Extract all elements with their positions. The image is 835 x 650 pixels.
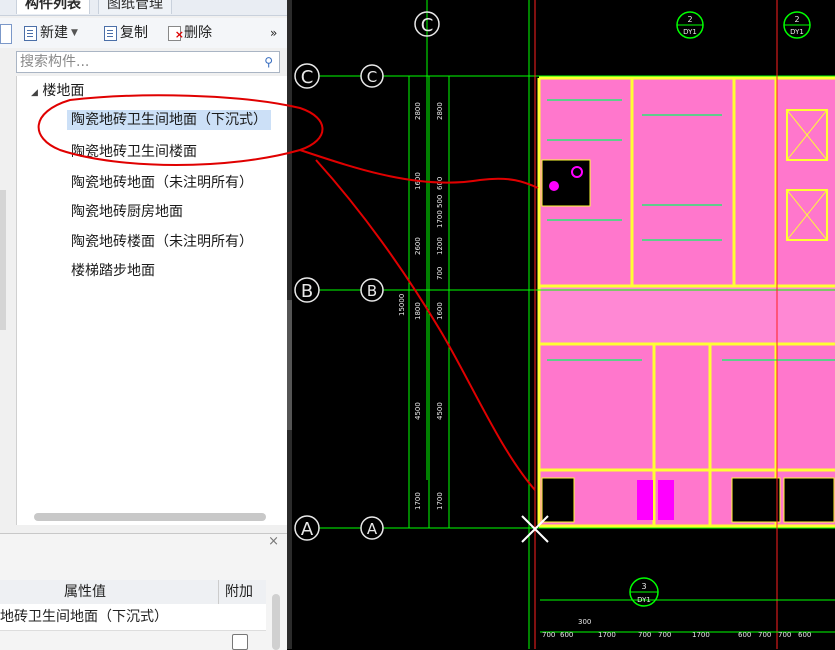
dropdown-arrow-icon[interactable]: ▼ — [71, 23, 78, 43]
axis-label-a-left: A — [301, 519, 314, 540]
tree-item-kitchen-ground[interactable]: 陶瓷地砖厨房地面 — [71, 202, 183, 222]
dim-bottom-6: 700 — [658, 631, 671, 639]
axis-label-c-top: C — [421, 15, 434, 36]
component-tree: ◢ 楼地面 陶瓷地砖卫生间地面（下沉式） 陶瓷地砖卫生间楼面 陶瓷地砖地面（未注… — [16, 76, 288, 525]
properties-panel: × 属性值 附加 地砖卫生间地面（下沉式） — [0, 533, 287, 650]
cad-canvas[interactable]: C C C B B A A 2 DY1 2 DY1 3 DY1 2800 160… — [292, 0, 835, 649]
more-tools-button[interactable]: » — [270, 23, 277, 43]
panel-tabs: 构件列表 图纸管理 — [0, 0, 287, 16]
copy-label: 复制 — [120, 25, 148, 41]
floor-plan — [537, 76, 835, 528]
dim-bottom-10: 700 — [778, 631, 791, 639]
bathroom-black-upper — [541, 159, 591, 207]
callout-num-2: 2 — [794, 15, 799, 24]
bathroom-black-lower-2 — [731, 477, 781, 523]
axis-label-b-inner: B — [367, 282, 377, 300]
dim-outer-1: 2800 — [414, 102, 422, 120]
horizontal-scrollbar[interactable] — [34, 513, 266, 521]
collapse-arrow-icon[interactable]: ◢ — [31, 88, 38, 98]
fixture-magenta — [637, 480, 653, 520]
dim-bottom-1: 300 — [578, 618, 591, 626]
dim-bottom-5: 700 — [638, 631, 651, 639]
new-icon — [24, 25, 37, 41]
new-label: 新建 — [40, 25, 68, 41]
tree-item-bathroom-ground-sunken[interactable]: 陶瓷地砖卫生间地面（下沉式） — [67, 110, 271, 130]
col-value-header: 属性值 — [64, 584, 106, 600]
callout-sub-2: DY1 — [790, 28, 804, 36]
bathroom-black-lower-3 — [783, 477, 835, 523]
axis-label-a-inner: A — [367, 520, 378, 538]
tree-item-bathroom-floor[interactable]: 陶瓷地砖卫生间楼面 — [71, 142, 197, 162]
axis-label-b-left: B — [301, 281, 313, 302]
new-button[interactable]: 新建 ▼ — [24, 23, 78, 43]
tree-item-ground-unspecified[interactable]: 陶瓷地砖地面（未注明所有） — [71, 173, 253, 193]
extra-checkbox[interactable] — [232, 634, 248, 650]
dim-inner-1: 2800 — [436, 102, 444, 120]
search-placeholder: 搜索构件... — [20, 54, 90, 70]
dim-outer-6: 1700 — [414, 492, 422, 510]
dim-outer-2: 1600 — [414, 172, 422, 190]
dim-inner-4: 1700 — [436, 210, 444, 228]
bottom-dimensions: 300 700 600 1700 700 700 1700 600 700 70… — [542, 618, 811, 639]
callout-sub-3: DY1 — [637, 596, 651, 604]
properties-header: 属性值 附加 — [0, 580, 266, 605]
dim-inner-5: 1200 — [436, 237, 444, 255]
search-input[interactable]: 搜索构件... ⚲ — [16, 51, 280, 73]
axis-bubbles: C C C B B A A — [294, 11, 440, 541]
bathroom-black-lower-1 — [541, 477, 575, 523]
tree-item-floor-unspecified[interactable]: 陶瓷地砖楼面（未注明所有） — [71, 232, 253, 252]
dim-bottom-7: 1700 — [692, 631, 710, 639]
dim-inner-7: 1600 — [436, 302, 444, 320]
dim-inner-6: 700 — [436, 267, 444, 280]
component-panel: 构件列表 图纸管理 新建 ▼ 复制 删除 » 搜索构件... ⚲ ◢ 楼地面 陶… — [0, 0, 288, 650]
toolbar-edge-icon — [0, 24, 12, 44]
dim-total: 15000 — [398, 294, 406, 316]
fixture-magenta-2 — [658, 480, 674, 520]
delete-icon — [168, 25, 184, 45]
axis-label-c-inner: C — [367, 68, 377, 86]
corridor-fill — [539, 286, 835, 344]
tree-group-floor[interactable]: ◢ 楼地面 — [31, 81, 84, 103]
property-value[interactable]: 地砖卫生间地面（下沉式） — [0, 605, 168, 629]
delete-button[interactable]: 删除 — [168, 23, 212, 45]
dim-inner-8: 4500 — [436, 402, 444, 420]
dim-outer-5: 4500 — [414, 402, 422, 420]
property-row[interactable]: 地砖卫生间地面（下沉式） — [0, 604, 266, 631]
callout-sub-1: DY1 — [683, 28, 697, 36]
tree-item-stair-step[interactable]: 楼梯踏步地面 — [71, 261, 155, 281]
toolbar: 新建 ▼ 复制 删除 » — [0, 18, 287, 48]
toilet-fixture — [549, 181, 559, 191]
dim-inner-3: 500 — [436, 195, 444, 208]
callout-num-3: 3 — [641, 582, 646, 591]
dim-bottom-9: 700 — [758, 631, 771, 639]
dim-outer-3: 2600 — [414, 237, 422, 255]
dim-bottom-4: 1700 — [598, 631, 616, 639]
left-scroll-strip[interactable] — [0, 190, 6, 330]
column-divider — [218, 580, 219, 604]
dim-bottom-2: 700 — [542, 631, 555, 639]
dim-outer-4: 1800 — [414, 302, 422, 320]
dim-bottom-8: 600 — [738, 631, 751, 639]
left-dimensions: 2800 1600 2600 1800 4500 1700 2800 600 5… — [398, 102, 444, 510]
dim-inner-9: 1700 — [436, 492, 444, 510]
properties-scrollbar[interactable] — [272, 594, 280, 650]
copy-button[interactable]: 复制 — [104, 23, 148, 43]
close-icon[interactable]: × — [268, 534, 279, 549]
delete-label: 删除 — [184, 25, 212, 41]
col-extra-header: 附加 — [225, 584, 253, 600]
callout-num-1: 2 — [687, 15, 692, 24]
tab-component-list[interactable]: 构件列表 — [16, 0, 90, 14]
dim-bottom-3: 600 — [560, 631, 573, 639]
copy-icon — [104, 25, 117, 41]
tree-group-label: 楼地面 — [42, 83, 85, 99]
dim-inner-2: 600 — [436, 177, 444, 190]
tab-drawing-management[interactable]: 图纸管理 — [98, 0, 172, 14]
dim-bottom-11: 600 — [798, 631, 811, 639]
search-icon[interactable]: ⚲ — [264, 55, 273, 69]
axis-label-c-left: C — [301, 67, 314, 88]
